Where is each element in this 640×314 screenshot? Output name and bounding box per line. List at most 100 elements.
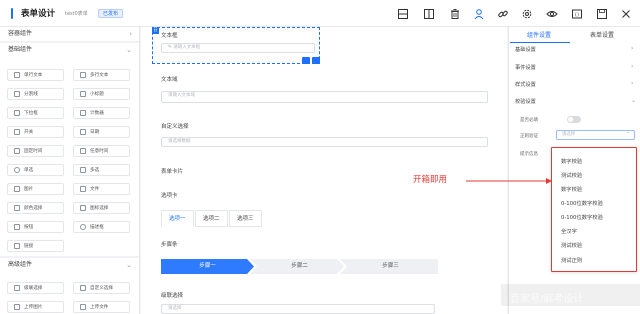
comp-dropdown[interactable]: 下拉框 <box>7 107 64 119</box>
palette-icon <box>14 205 20 211</box>
group-basic-components[interactable]: 基础组件 ⌄ <box>0 43 139 57</box>
comp-fixed-time[interactable]: 固定时间 <box>7 145 64 157</box>
comp-button[interactable]: 按钮 <box>7 221 64 233</box>
tab-form-settings[interactable]: 表单设置 <box>590 30 614 40</box>
tab-option-2[interactable]: 选项二 <box>195 210 228 227</box>
chevron-down-icon: ⌄ <box>126 46 132 54</box>
field-label: 级联选择 <box>161 293 184 299</box>
group-container-components[interactable]: 容器组件 › <box>0 27 139 41</box>
comp-label: 单选 <box>24 168 34 173</box>
calendar-icon <box>80 129 86 135</box>
comp-subtitle[interactable]: 小标题 <box>73 88 130 100</box>
user-icon[interactable] <box>472 7 486 21</box>
comp-label: 单行文本 <box>24 73 43 78</box>
step-2[interactable]: 步骤二 <box>252 259 347 274</box>
save-icon[interactable] <box>595 7 609 21</box>
watermark: 百家号/解考设计 <box>510 294 584 305</box>
dropdown-option[interactable]: 数字校验 <box>561 185 582 193</box>
comp-image[interactable]: 图片 <box>7 183 64 195</box>
comp-single-text[interactable]: 单行文本 <box>7 69 64 81</box>
comp-date[interactable]: 日期 <box>73 126 130 138</box>
comp-cascade[interactable]: 级联选择 <box>7 282 64 294</box>
tab-option-1[interactable]: 选项一 <box>161 210 194 227</box>
close-icon[interactable] <box>619 7 633 21</box>
tab-component-settings[interactable]: 组件设置 <box>527 30 551 40</box>
dropdown-option[interactable]: 测试校验 <box>561 241 582 249</box>
section-style-settings[interactable]: 样式设置 <box>515 81 536 88</box>
required-toggle[interactable] <box>567 116 581 123</box>
comp-upload-image[interactable]: 上传图片 <box>7 301 64 313</box>
comp-color-picker[interactable]: 颜色选择 <box>7 202 64 214</box>
comp-any-time[interactable]: 任意时间 <box>73 145 130 157</box>
comp-checkbox[interactable]: 多选 <box>73 164 130 176</box>
status-badge: 已发布 <box>98 9 124 18</box>
comp-switch[interactable]: 开关 <box>7 126 64 138</box>
dropdown-option[interactable]: 测试正则 <box>561 256 582 264</box>
tab-option-3[interactable]: 选项三 <box>229 210 262 227</box>
dropdown-option[interactable]: 测试校验 <box>561 171 582 179</box>
comp-icon-picker[interactable]: 图标选择 <box>73 202 130 214</box>
settings-icon[interactable] <box>520 7 534 21</box>
comp-upload-file[interactable]: 上传文件 <box>73 301 130 313</box>
select-icon <box>80 285 86 291</box>
group-advanced-components[interactable]: 高级组件 ⌄ <box>0 258 139 272</box>
field-label: 文本框 <box>161 33 178 39</box>
upload-image-icon <box>14 304 20 310</box>
section-basic-settings[interactable]: 基础设置 <box>515 46 536 53</box>
dropdown-icon <box>14 110 20 116</box>
dropdown-option[interactable]: 0-100位数字校验 <box>561 213 603 221</box>
textarea-icon <box>80 72 86 78</box>
cascade-input[interactable]: 请选择 <box>161 304 435 314</box>
chevron-right-icon: › <box>631 80 634 87</box>
brand-bar <box>11 8 13 19</box>
textarea-input[interactable]: 请输入文本域 <box>161 91 488 103</box>
delete-icon[interactable] <box>312 57 320 64</box>
rule-select[interactable]: 请选择 ⌃ <box>556 130 635 140</box>
preview-icon[interactable] <box>545 7 559 21</box>
link-icon <box>14 243 20 249</box>
delete-icon[interactable] <box>448 7 462 21</box>
text-input[interactable]: ✎ 请输入文本框 <box>161 43 315 53</box>
input-placeholder: 请选择数据 <box>168 139 191 144</box>
columns-icon[interactable] <box>422 7 436 21</box>
image-icon <box>14 186 20 192</box>
comp-label: 日期 <box>90 130 100 135</box>
link-icon[interactable] <box>496 7 510 21</box>
step-3[interactable]: 步骤三 <box>343 259 438 274</box>
switch-icon <box>14 129 20 135</box>
comp-label: 图片 <box>24 187 34 192</box>
comp-file[interactable]: 文件 <box>73 183 130 195</box>
info-icon <box>80 224 86 230</box>
comp-description[interactable]: 描述框 <box>73 221 130 233</box>
custom-select-input[interactable]: 请选择数据 <box>161 137 488 147</box>
rule-label: 正则验证 <box>520 134 538 139</box>
input-placeholder: 请选择 <box>168 306 182 311</box>
comp-counter[interactable]: 计数器 <box>73 107 130 119</box>
dropdown-option[interactable]: 数字校验 <box>561 157 582 165</box>
comp-label: 链接 <box>24 244 34 249</box>
checkbox-icon <box>80 167 86 173</box>
rule-dropdown <box>551 147 637 272</box>
dropdown-option[interactable]: 全汉字 <box>561 227 577 235</box>
comp-divider[interactable]: 分割线 <box>7 88 64 100</box>
section-event-settings[interactable]: 事件设置 <box>515 64 536 71</box>
drag-handle-icon[interactable]: ⠿ <box>152 27 159 34</box>
file-icon <box>80 186 86 192</box>
component-panel: 容器组件 › 基础组件 ⌄ 单行文本 多行文本 分割线 小标题 下拉框 计数器 … <box>0 27 140 314</box>
comp-link[interactable]: 链接 <box>7 240 64 252</box>
group-title: 高级组件 <box>8 261 33 268</box>
step-1[interactable]: 步骤一 <box>161 259 254 274</box>
required-label: 是否必填 <box>520 118 538 123</box>
section-validation-settings[interactable]: 校验设置 <box>515 98 536 105</box>
text-icon <box>14 72 20 78</box>
comp-label: 文件 <box>90 187 100 192</box>
comp-label: 上传文件 <box>90 305 109 310</box>
dropdown-option[interactable]: 0-100位数字校验 <box>561 199 603 207</box>
layout-icon[interactable] <box>396 7 410 21</box>
form-name: test0表单 <box>65 11 88 17</box>
code-icon[interactable]: {} <box>570 7 584 21</box>
copy-icon[interactable] <box>302 57 310 64</box>
comp-custom-select[interactable]: 自定义选择 <box>73 282 130 294</box>
comp-multi-text[interactable]: 多行文本 <box>73 69 130 81</box>
comp-radio[interactable]: 单选 <box>7 164 64 176</box>
